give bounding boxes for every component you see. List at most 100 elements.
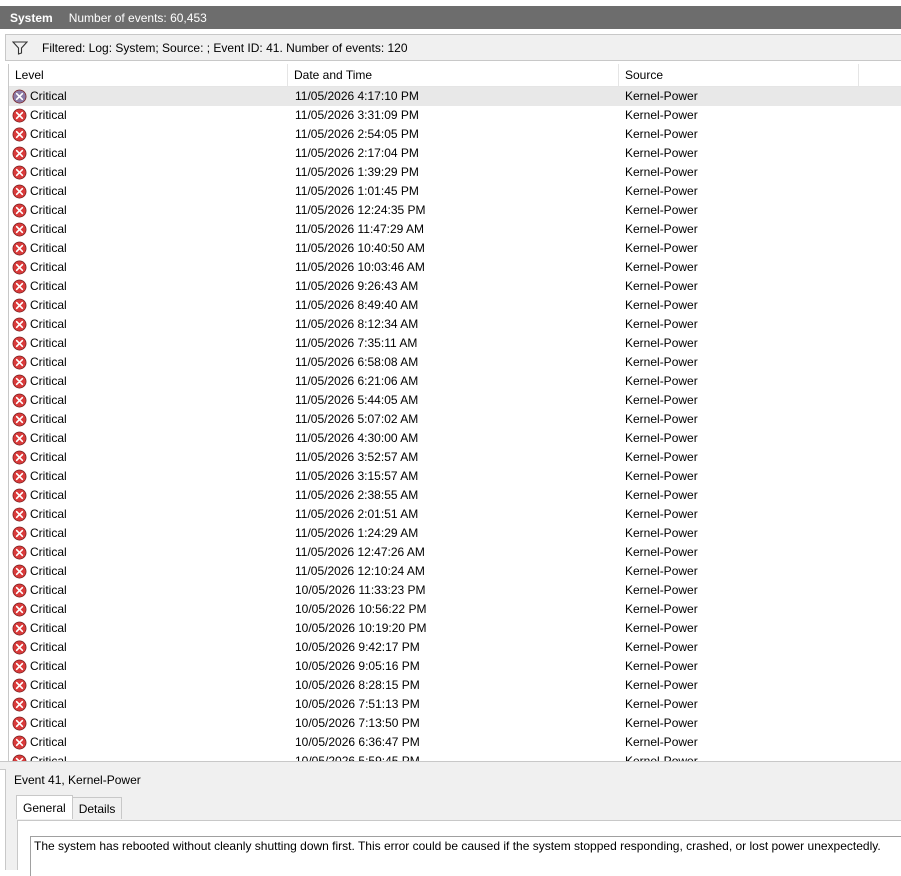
event-row[interactable]: Critical 10/05/2026 5:59:45 PM Kernel-Powe… [9, 752, 901, 761]
event-row[interactable]: Critical 11/05/2026 10:03:46 AM Kernel-Pow… [9, 258, 901, 277]
event-date-time: 10/05/2026 7:13:50 PM [295, 716, 420, 730]
event-row[interactable]: Critical 10/05/2026 7:13:50 PM Kernel-Powe… [9, 714, 901, 733]
event-row[interactable]: Critical 11/05/2026 12:10:24 AM Kernel-Pow… [9, 562, 901, 581]
event-level: Critical [30, 355, 67, 369]
event-row[interactable]: Critical 11/05/2026 3:31:09 PM Kernel-Powe… [9, 106, 901, 125]
event-date-time: 10/05/2026 11:33:23 PM [295, 583, 426, 597]
event-source: Kernel-Power [625, 336, 698, 350]
event-row[interactable]: Critical 11/05/2026 8:12:34 AM Kernel-Powe… [9, 315, 901, 334]
event-date-time: 10/05/2026 7:51:13 PM [295, 697, 420, 711]
event-row[interactable]: Critical 11/05/2026 1:24:29 AM Kernel-Powe… [9, 524, 901, 543]
event-row[interactable]: Critical 11/05/2026 2:01:51 AM Kernel-Powe… [9, 505, 901, 524]
event-source: Kernel-Power [625, 602, 698, 616]
filter-bar: Filtered: Log: System; Source: ; Event I… [5, 34, 901, 61]
event-date-time: 11/05/2026 2:54:05 PM [295, 127, 419, 141]
event-row[interactable]: Critical 11/05/2026 2:38:55 AM Kernel-Powe… [9, 486, 901, 505]
event-level-cell: Critical [12, 600, 67, 619]
event-row[interactable]: Critical 10/05/2026 9:42:17 PM Kernel-Powe… [9, 638, 901, 657]
event-level: Critical [30, 754, 67, 761]
event-list[interactable]: Level Date and Time Source Critical 11/05… [8, 64, 901, 761]
event-rows: Critical 11/05/2026 4:17:10 PM Kernel-Powe… [9, 87, 901, 761]
event-level: Critical [30, 241, 67, 255]
event-row[interactable]: Critical 11/05/2026 3:15:57 AM Kernel-Powe… [9, 467, 901, 486]
event-date-time: 11/05/2026 5:07:02 AM [295, 412, 419, 426]
event-row[interactable]: Critical 10/05/2026 6:36:47 PM Kernel-Powe… [9, 733, 901, 752]
tab-details[interactable]: Details [71, 797, 123, 819]
critical-error-icon [12, 146, 27, 161]
critical-error-icon [12, 526, 27, 541]
event-date-time: 11/05/2026 8:49:40 AM [295, 298, 419, 312]
column-header-source[interactable]: Source [619, 64, 859, 86]
event-level-cell: Critical [12, 315, 67, 334]
event-row[interactable]: Critical 10/05/2026 9:05:16 PM Kernel-Powe… [9, 657, 901, 676]
event-level-cell: Critical [12, 125, 67, 144]
event-level-cell: Critical [12, 619, 67, 638]
event-row[interactable]: Critical 10/05/2026 7:51:13 PM Kernel-Powe… [9, 695, 901, 714]
event-date-time: 11/05/2026 10:03:46 AM [295, 260, 425, 274]
event-level-cell: Critical [12, 239, 67, 258]
event-row[interactable]: Critical 11/05/2026 3:52:57 AM Kernel-Powe… [9, 448, 901, 467]
event-row[interactable]: Critical 11/05/2026 7:35:11 AM Kernel-Powe… [9, 334, 901, 353]
event-level: Critical [30, 89, 67, 103]
event-date-time: 11/05/2026 9:26:43 AM [295, 279, 419, 293]
critical-error-icon [12, 127, 27, 142]
event-row[interactable]: Critical 11/05/2026 6:58:08 AM Kernel-Powe… [9, 353, 901, 372]
event-row[interactable]: Critical 10/05/2026 11:33:23 PM Kernel-Pow… [9, 581, 901, 600]
event-source: Kernel-Power [625, 450, 698, 464]
event-row[interactable]: Critical 11/05/2026 10:40:50 AM Kernel-Pow… [9, 239, 901, 258]
event-source: Kernel-Power [625, 184, 698, 198]
column-header-level[interactable]: Level [9, 64, 288, 86]
event-row[interactable]: Critical 11/05/2026 5:07:02 AM Kernel-Powe… [9, 410, 901, 429]
event-level: Critical [30, 678, 67, 692]
event-message-box[interactable]: The system has rebooted without cleanly … [30, 836, 901, 876]
event-row[interactable]: Critical 11/05/2026 5:44:05 AM Kernel-Powe… [9, 391, 901, 410]
event-row[interactable]: Critical 11/05/2026 8:49:40 AM Kernel-Powe… [9, 296, 901, 315]
event-date-time: 11/05/2026 12:24:35 PM [295, 203, 426, 217]
tab-general[interactable]: General [16, 795, 73, 819]
event-row[interactable]: Critical 11/05/2026 12:47:26 AM Kernel-Pow… [9, 543, 901, 562]
event-source: Kernel-Power [625, 507, 698, 521]
event-row[interactable]: Critical 11/05/2026 9:26:43 AM Kernel-Powe… [9, 277, 901, 296]
event-level: Critical [30, 507, 67, 521]
event-date-time: 11/05/2026 11:47:29 AM [295, 222, 424, 236]
event-level: Critical [30, 735, 67, 749]
critical-error-icon [12, 545, 27, 560]
event-source: Kernel-Power [625, 621, 698, 635]
event-date-time: 11/05/2026 7:35:11 AM [295, 336, 418, 350]
event-row[interactable]: Critical 11/05/2026 2:54:05 PM Kernel-Powe… [9, 125, 901, 144]
event-row[interactable]: Critical 10/05/2026 10:56:22 PM Kernel-Pow… [9, 600, 901, 619]
event-row[interactable]: Critical 10/05/2026 8:28:15 PM Kernel-Powe… [9, 676, 901, 695]
event-level-cell: Critical [12, 543, 67, 562]
event-row[interactable]: Critical 10/05/2026 10:19:20 PM Kernel-Pow… [9, 619, 901, 638]
critical-error-icon [12, 184, 27, 199]
event-source: Kernel-Power [625, 393, 698, 407]
event-level: Critical [30, 412, 67, 426]
event-date-time: 10/05/2026 10:56:22 PM [295, 602, 427, 616]
event-row[interactable]: Critical 11/05/2026 2:17:04 PM Kernel-Powe… [9, 144, 901, 163]
event-row[interactable]: Critical 11/05/2026 4:17:10 PM Kernel-Powe… [9, 87, 901, 106]
event-row[interactable]: Critical 11/05/2026 4:30:00 AM Kernel-Powe… [9, 429, 901, 448]
event-source: Kernel-Power [625, 488, 698, 502]
event-source: Kernel-Power [625, 165, 698, 179]
event-date-time: 10/05/2026 8:28:15 PM [295, 678, 420, 692]
event-source: Kernel-Power [625, 469, 698, 483]
event-level: Critical [30, 165, 67, 179]
event-source: Kernel-Power [625, 260, 698, 274]
event-source: Kernel-Power [625, 108, 698, 122]
column-header-date-time[interactable]: Date and Time [288, 64, 619, 86]
event-level-cell: Critical [12, 524, 67, 543]
event-level-cell: Critical [12, 334, 67, 353]
event-level-cell: Critical [12, 467, 67, 486]
event-row[interactable]: Critical 11/05/2026 1:39:29 PM Kernel-Powe… [9, 163, 901, 182]
event-source: Kernel-Power [625, 241, 698, 255]
event-level-cell: Critical [12, 353, 67, 372]
event-source: Kernel-Power [625, 754, 698, 761]
event-row[interactable]: Critical 11/05/2026 11:47:29 AM Kernel-Pow… [9, 220, 901, 239]
event-level: Critical [30, 184, 67, 198]
event-row[interactable]: Critical 11/05/2026 1:01:45 PM Kernel-Powe… [9, 182, 901, 201]
event-date-time: 11/05/2026 10:40:50 AM [295, 241, 425, 255]
event-row[interactable]: Critical 11/05/2026 6:21:06 AM Kernel-Powe… [9, 372, 901, 391]
event-date-time: 10/05/2026 9:42:17 PM [295, 640, 420, 654]
event-row[interactable]: Critical 11/05/2026 12:24:35 PM Kernel-Pow… [9, 201, 901, 220]
event-level-cell: Critical [12, 144, 67, 163]
